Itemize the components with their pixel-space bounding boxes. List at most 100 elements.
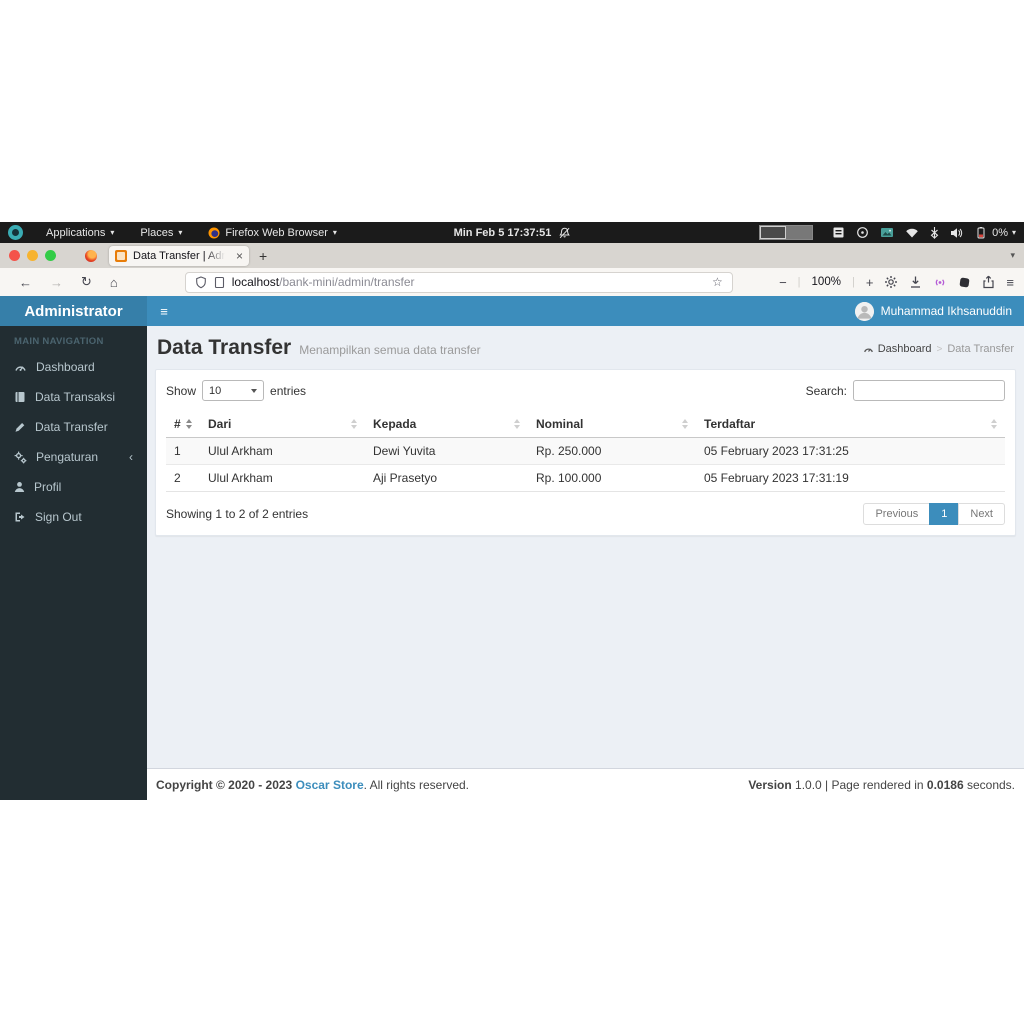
brand-logo[interactable]: Administrator (0, 296, 147, 326)
version-text: Version 1.0.0 | Page rendered in 0.0186 … (748, 778, 1015, 792)
window-minimize-button[interactable] (27, 250, 38, 261)
reload-button[interactable]: ↻ (72, 274, 101, 290)
breadcrumb-dashboard-link[interactable]: Dashboard (863, 343, 932, 355)
table-row: 1 Ulul Arkham Dewi Yuvita Rp. 250.000 05… (166, 438, 1005, 465)
pagination: Previous 1 Next (863, 503, 1005, 525)
table-row: 2 Ulul Arkham Aji Prasetyo Rp. 100.000 0… (166, 465, 1005, 492)
sidebar-item-data-transfer[interactable]: Data Transfer (0, 412, 147, 442)
column-label: Dari (208, 417, 231, 431)
version-label: Version (748, 778, 791, 792)
column-header-terdaftar[interactable]: Terdaftar (696, 411, 1005, 438)
tab-title: Data Transfer | Administr (133, 250, 225, 262)
workspace-2[interactable] (786, 226, 812, 239)
wifi-icon[interactable] (905, 227, 919, 239)
sort-icon (351, 419, 357, 429)
search-input[interactable] (853, 380, 1005, 401)
zoom-in-button[interactable]: + (866, 275, 874, 290)
column-header-dari[interactable]: Dari (200, 411, 365, 438)
screenshot-tool-icon[interactable] (880, 226, 894, 239)
home-button[interactable]: ⌂ (101, 275, 127, 290)
sidebar-item-dashboard[interactable]: Dashboard (0, 352, 147, 382)
caret-down-icon: ▾ (1012, 229, 1016, 237)
bookmark-star-icon[interactable]: ☆ (712, 275, 723, 289)
sidebar-toggle-button[interactable]: ≡ (147, 296, 181, 326)
sidebar-item-label: Dashboard (36, 360, 95, 374)
clock-area[interactable]: Min Feb 5 17:37:51 (454, 227, 571, 239)
column-header-kepada[interactable]: Kepada (365, 411, 528, 438)
new-tab-button[interactable]: + (249, 248, 277, 264)
applications-menu[interactable]: Applications ▾ (33, 222, 127, 243)
window-maximize-button[interactable] (45, 250, 56, 261)
window-close-button[interactable] (9, 250, 20, 261)
copyright-years: Copyright © 2020 - 2023 (156, 778, 292, 792)
sidebar-item-profil[interactable]: Profil (0, 472, 147, 502)
tab-close-icon[interactable]: × (236, 249, 243, 263)
copyright-text: Copyright © 2020 - 2023 Oscar Store. All… (156, 778, 469, 792)
bluetooth-icon[interactable] (930, 226, 939, 239)
search-area: Search: (806, 380, 1005, 401)
cell-dari: Ulul Arkham (200, 465, 365, 492)
cell-dari: Ulul Arkham (200, 438, 365, 465)
back-button[interactable]: ← (10, 275, 41, 290)
zoom-level-button[interactable]: 100% (812, 276, 841, 288)
render-time: 0.0186 (927, 778, 964, 792)
url-path: /bank-mini/admin/transfer (279, 275, 414, 289)
battery-indicator[interactable]: 0% ▾ (974, 227, 1016, 239)
chat-status-icon[interactable] (856, 226, 869, 239)
workspace-switcher[interactable] (759, 225, 813, 240)
battery-percent-label: 0% (992, 227, 1008, 239)
downloads-icon[interactable] (909, 275, 922, 289)
app-menu-button[interactable]: ≡ (1006, 275, 1014, 290)
sidebar-item-pengaturan[interactable]: Pengaturan ‹ (0, 442, 147, 472)
forward-button[interactable]: → (41, 275, 72, 290)
workspace-1[interactable] (760, 226, 786, 239)
firefox-icon (208, 227, 220, 239)
all-tabs-chevron-icon[interactable]: ▾ (1010, 250, 1015, 261)
seconds-label: seconds. (967, 778, 1015, 792)
sort-icon (682, 419, 688, 429)
clock-label: Min Feb 5 17:37:51 (454, 227, 552, 239)
distro-logo-icon[interactable] (8, 225, 23, 240)
breadcrumb-current: Data Transfer (947, 343, 1014, 355)
user-menu[interactable]: Muhammad Ikhsanuddin (855, 302, 1024, 321)
avatar (855, 302, 874, 321)
page-info-icon[interactable] (214, 276, 225, 289)
places-menu[interactable]: Places ▾ (127, 222, 195, 243)
system-tray: 0% ▾ (759, 222, 1024, 243)
pagination-page-1-button[interactable]: 1 (929, 503, 959, 525)
column-label: Nominal (536, 417, 583, 431)
tracking-shield-icon[interactable] (195, 276, 207, 289)
datatable-footer: Showing 1 to 2 of 2 entries Previous 1 N… (166, 503, 1005, 525)
extension-icon[interactable] (958, 276, 971, 289)
page-length-select[interactable]: 10 (202, 380, 264, 401)
browser-tab-active[interactable]: Data Transfer | Administr × (109, 246, 249, 266)
broadcast-extension-icon[interactable] (933, 276, 947, 289)
sidebar-item-label: Data Transaksi (35, 390, 115, 404)
cell-kepada: Dewi Yuvita (365, 438, 528, 465)
desktop-screen: Applications ▾ Places ▾ Firefox Web Brow… (0, 222, 1024, 800)
separator: | (852, 276, 855, 288)
disk-utility-icon[interactable] (832, 226, 845, 239)
column-header-nominal[interactable]: Nominal (528, 411, 696, 438)
entries-label: entries (270, 384, 306, 398)
firefox-menu-label: Firefox Web Browser (225, 227, 328, 239)
url-bar[interactable]: localhost/bank-mini/admin/transfer ☆ (185, 272, 733, 293)
tab-favicon (115, 250, 127, 262)
datatable-controls: Show 10 entries Search: (166, 380, 1005, 401)
zoom-out-button[interactable]: − (779, 275, 787, 290)
app-header: Administrator ≡ Muhammad Ikhsanuddin (0, 296, 1024, 326)
pagination-next-button[interactable]: Next (958, 503, 1005, 525)
settings-gear-icon[interactable] (884, 275, 898, 289)
share-icon[interactable] (982, 275, 995, 289)
pagination-previous-button[interactable]: Previous (863, 503, 930, 525)
rights-text: . All rights reserved. (364, 778, 469, 792)
breadcrumb: Dashboard > Data Transfer (863, 343, 1014, 355)
cell-terdaftar: 05 February 2023 17:31:19 (696, 465, 1005, 492)
firefox-app-menu[interactable]: Firefox Web Browser ▾ (195, 222, 350, 243)
column-header-num[interactable]: # (166, 411, 200, 438)
oscar-store-link[interactable]: Oscar Store (296, 778, 364, 792)
sidebar-item-sign-out[interactable]: Sign Out (0, 502, 147, 532)
volume-icon[interactable] (950, 227, 963, 239)
breadcrumb-separator: > (937, 344, 943, 355)
sidebar-item-data-transaksi[interactable]: Data Transaksi (0, 382, 147, 412)
